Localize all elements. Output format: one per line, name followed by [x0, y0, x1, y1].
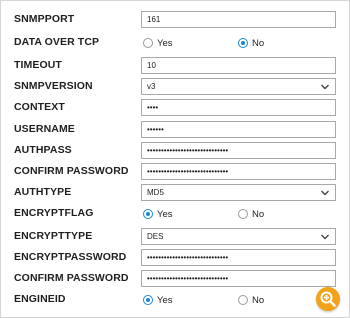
- encryptflag-yes-label: Yes: [157, 208, 173, 220]
- zoom-button[interactable]: [316, 287, 340, 311]
- username-label: USERNAME: [14, 123, 75, 135]
- context-input[interactable]: ••••: [141, 99, 336, 116]
- encryptflag-no-option[interactable]: No: [238, 206, 264, 222]
- confirm-password-row: CONFIRM PASSWORD •••••••••••••••••••••••…: [1, 162, 349, 183]
- engineid-yes-radio[interactable]: [143, 295, 153, 305]
- data-over-tcp-no-radio[interactable]: [238, 38, 248, 48]
- authpass-input[interactable]: •••••••••••••••••••••••••••••: [141, 142, 336, 159]
- chevron-down-icon: [321, 84, 329, 90]
- authtype-value: MD5: [147, 188, 164, 197]
- data-over-tcp-yes-option[interactable]: Yes: [143, 35, 173, 51]
- engineid-no-option[interactable]: No: [238, 292, 264, 308]
- encryptpassword-row: ENCRYPTPASSWORD ••••••••••••••••••••••••…: [1, 248, 349, 269]
- encryptflag-yes-radio[interactable]: [143, 209, 153, 219]
- data-over-tcp-no-option[interactable]: No: [238, 35, 264, 51]
- context-row: CONTEXT ••••: [1, 98, 349, 119]
- snmpversion-value: v3: [147, 82, 156, 91]
- engineid-yes-option[interactable]: Yes: [143, 292, 173, 308]
- chevron-down-icon: [321, 190, 329, 196]
- encrypttype-select[interactable]: DES: [141, 228, 336, 245]
- username-row: USERNAME ••••••: [1, 120, 349, 141]
- encryptpassword-input[interactable]: •••••••••••••••••••••••••••••: [141, 249, 336, 266]
- encryptflag-no-label: No: [252, 208, 265, 220]
- engineid-yes-label: Yes: [157, 294, 173, 306]
- encrypttype-row: ENCRYPTTYPE DES: [1, 227, 349, 248]
- snmp-settings-panel: SNMPPORT 161 DATA OVER TCP Yes No TIMEOU…: [0, 0, 350, 318]
- encrypttype-value: DES: [147, 232, 164, 241]
- encryptflag-yes-option[interactable]: Yes: [143, 206, 173, 222]
- authtype-label: AUTHTYPE: [14, 186, 72, 198]
- data-over-tcp-label: DATA OVER TCP: [14, 36, 100, 48]
- zoom-in-icon: [320, 291, 336, 307]
- engineid-no-radio[interactable]: [238, 295, 248, 305]
- authpass-label: AUTHPASS: [14, 144, 72, 156]
- confirm-encrypt-password-row: CONFIRM PASSWORD •••••••••••••••••••••••…: [1, 269, 349, 290]
- engineid-no-label: No: [252, 294, 265, 306]
- authtype-row: AUTHTYPE MD5: [1, 183, 349, 204]
- snmpversion-row: SNMPVERSION v3: [1, 77, 349, 98]
- data-over-tcp-row: DATA OVER TCP Yes No: [1, 33, 349, 54]
- engineid-row: ENGINEID Yes No: [1, 290, 349, 311]
- data-over-tcp-yes-radio[interactable]: [143, 38, 153, 48]
- confirm-password-label: CONFIRM PASSWORD: [14, 165, 129, 177]
- encryptflag-label: ENCRYPTFLAG: [14, 207, 94, 219]
- authtype-select[interactable]: MD5: [141, 184, 336, 201]
- snmpversion-label: SNMPVERSION: [14, 80, 93, 92]
- encryptflag-no-radio[interactable]: [238, 209, 248, 219]
- snmpport-row: SNMPPORT 161: [1, 10, 349, 31]
- timeout-input[interactable]: 10: [141, 57, 336, 74]
- snmpport-input[interactable]: 161: [141, 11, 336, 28]
- data-over-tcp-no-label: No: [252, 37, 265, 49]
- engineid-label: ENGINEID: [14, 293, 66, 305]
- timeout-label: TIMEOUT: [14, 59, 62, 71]
- username-input[interactable]: ••••••: [141, 121, 336, 138]
- timeout-row: TIMEOUT 10: [1, 56, 349, 77]
- confirm-password-input[interactable]: •••••••••••••••••••••••••••••: [141, 163, 336, 180]
- confirm-encrypt-password-label: CONFIRM PASSWORD: [14, 272, 129, 284]
- authpass-row: AUTHPASS •••••••••••••••••••••••••••••: [1, 141, 349, 162]
- confirm-encrypt-password-input[interactable]: •••••••••••••••••••••••••••••: [141, 270, 336, 287]
- encrypttype-label: ENCRYPTTYPE: [14, 230, 93, 242]
- snmpport-label: SNMPPORT: [14, 13, 75, 25]
- encryptflag-row: ENCRYPTFLAG Yes No: [1, 204, 349, 225]
- encryptpassword-label: ENCRYPTPASSWORD: [14, 251, 127, 263]
- context-label: CONTEXT: [14, 101, 65, 113]
- snmpversion-select[interactable]: v3: [141, 78, 336, 95]
- chevron-down-icon: [321, 234, 329, 240]
- data-over-tcp-yes-label: Yes: [157, 37, 173, 49]
